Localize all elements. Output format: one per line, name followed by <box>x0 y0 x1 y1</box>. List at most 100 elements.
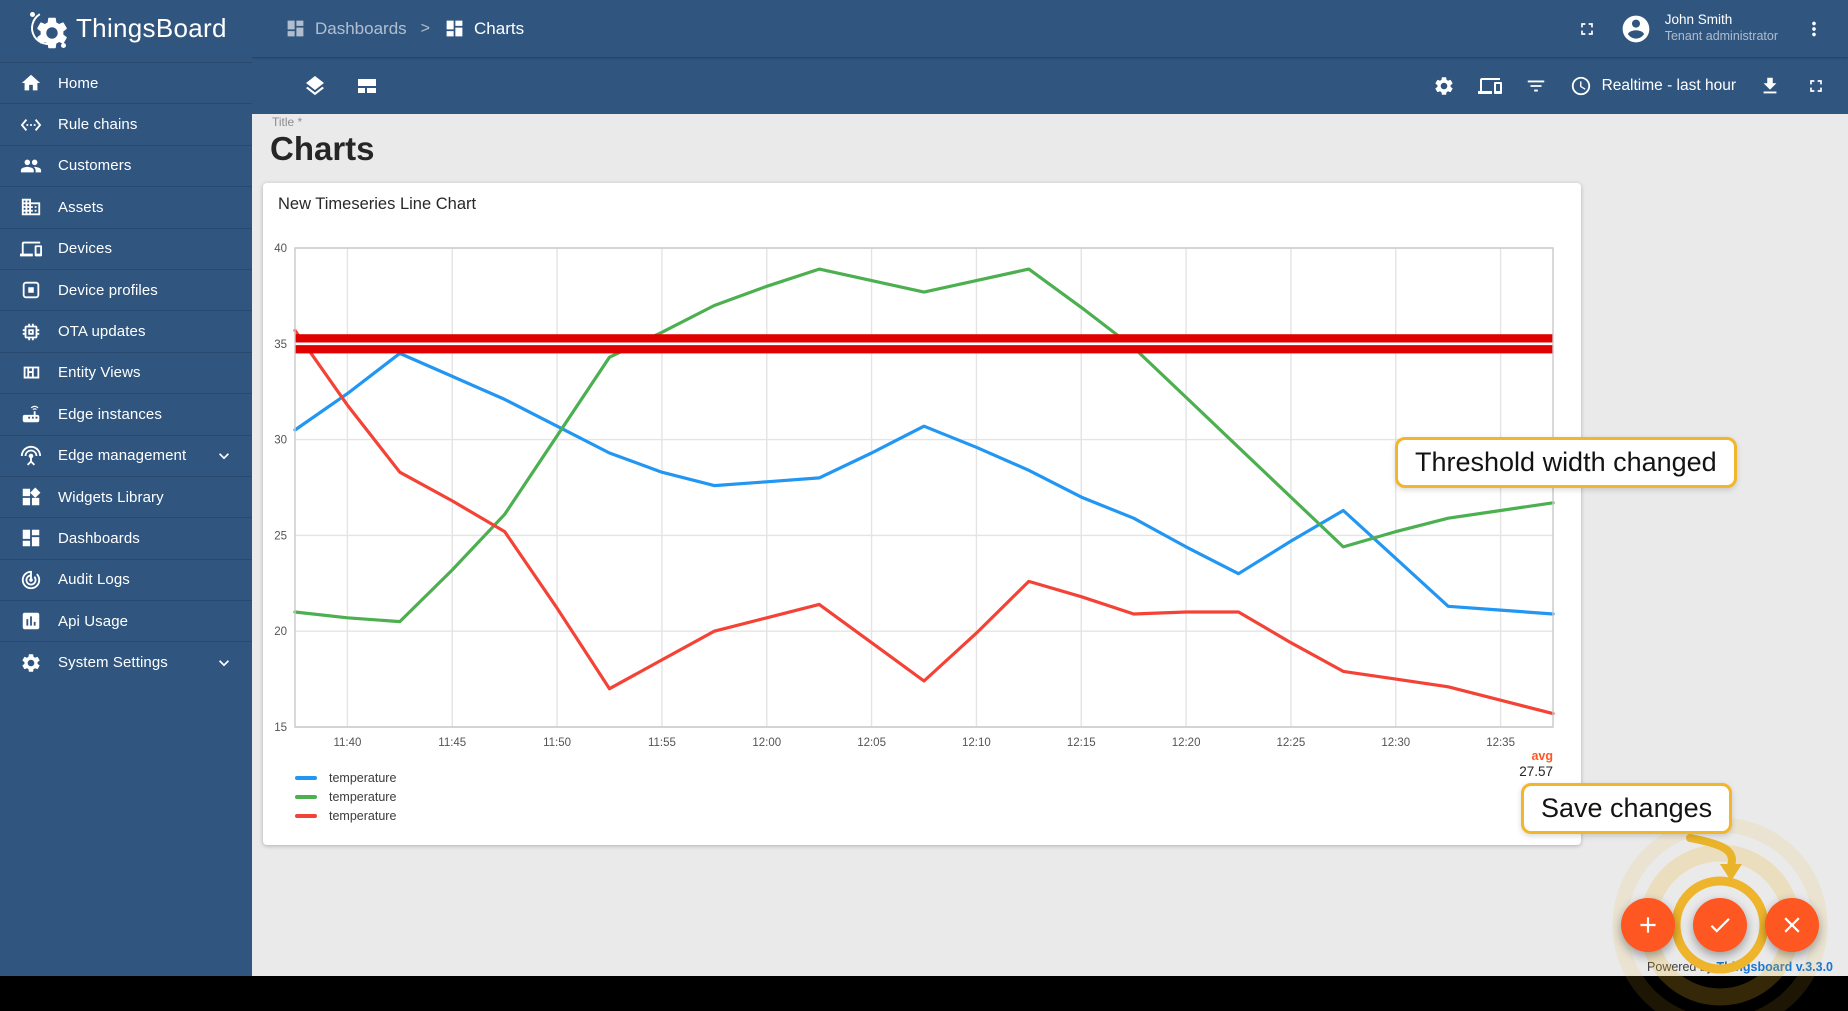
sidebar-item-edge-management[interactable]: Edge management <box>0 434 252 476</box>
bottom-black-bar <box>0 976 1848 1011</box>
edge-instances-icon <box>20 403 42 425</box>
entity-aliases-button[interactable] <box>1470 66 1510 106</box>
aggregation-label: avg <box>1531 749 1553 763</box>
dashboard-settings-button[interactable] <box>1424 66 1464 106</box>
app-header: ThingsBoard Dashboards > Charts John Smi… <box>0 0 1848 57</box>
breadcrumb: Dashboards > Charts <box>285 0 524 57</box>
edge-management-icon <box>20 445 42 467</box>
plus-icon <box>1635 912 1661 938</box>
save-changes-fab[interactable] <box>1693 898 1747 952</box>
cancel-changes-fab[interactable] <box>1765 898 1819 952</box>
check-icon <box>1707 912 1733 938</box>
legend-label: temperature <box>329 790 397 804</box>
sidebar-item-label: Device profiles <box>58 281 158 299</box>
devices-icon <box>20 238 42 260</box>
legend-swatch <box>295 814 317 818</box>
sidebar-item-label: System Settings <box>58 654 168 672</box>
legend-label: temperature <box>329 771 397 785</box>
filters-button[interactable] <box>1516 66 1556 106</box>
legend-swatch <box>295 776 317 780</box>
api-usage-icon <box>20 610 42 632</box>
sidebar-item-customers[interactable]: Customers <box>0 144 252 186</box>
breadcrumb-item-charts[interactable]: Charts <box>444 18 524 39</box>
dashboards-icon <box>20 527 42 549</box>
avatar[interactable] <box>1619 12 1653 46</box>
legend-item[interactable]: temperature <box>295 790 396 804</box>
ota-updates-icon <box>20 321 42 343</box>
sidebar-item-assets[interactable]: Assets <box>0 186 252 227</box>
layers-icon <box>303 74 327 98</box>
svg-text:12:10: 12:10 <box>962 737 991 749</box>
svg-text:40: 40 <box>274 243 287 255</box>
sidebar-item-label: Audit Logs <box>58 571 130 589</box>
breadcrumb-label: Dashboards <box>315 18 407 38</box>
svg-text:12:00: 12:00 <box>752 737 781 749</box>
sidebar-item-ota-updates[interactable]: OTA updates <box>0 310 252 351</box>
sidebar-item-devices[interactable]: Devices <box>0 227 252 269</box>
thingsboard-logo[interactable]: ThingsBoard <box>27 0 227 57</box>
legend-item[interactable]: temperature <box>295 771 396 785</box>
legend-item[interactable]: temperature <box>295 809 396 823</box>
sidebar-item-api-usage[interactable]: Api Usage <box>0 600 252 641</box>
sidebar-item-dashboards[interactable]: Dashboards <box>0 517 252 558</box>
clock-icon <box>1570 75 1592 97</box>
user-name: John Smith <box>1664 12 1733 28</box>
thingsboard-logo-icon <box>27 6 69 49</box>
timeseries-widget: New Timeseries Line Chart 15 20 25 30 35 40 11… <box>263 183 1581 845</box>
app-title: ThingsBoard <box>76 13 227 43</box>
svg-text:12:25: 12:25 <box>1277 737 1306 749</box>
svg-text:12:20: 12:20 <box>1172 737 1201 749</box>
threshold-tooltip: Threshold width changed <box>1395 437 1737 488</box>
svg-text:12:15: 12:15 <box>1067 737 1096 749</box>
sidebar-item-label: Edge management <box>58 447 187 465</box>
sidebar-item-entity-views[interactable]: Entity Views <box>0 351 252 393</box>
sidebar-item-widgets-library[interactable]: Widgets Library <box>0 475 252 517</box>
legend-label: temperature <box>329 809 397 823</box>
widgets-library-icon <box>20 486 42 508</box>
system-settings-icon <box>20 652 42 674</box>
powered-by-link[interactable]: Thingsboard v.3.3.0 <box>1717 960 1833 974</box>
dashboard-title-label: Title * <box>272 115 303 129</box>
dashboards-icon <box>444 18 465 39</box>
dashboard-title-input[interactable]: Charts <box>270 130 375 168</box>
fullscreen-icon <box>1577 19 1597 39</box>
audit-logs-icon <box>20 569 42 591</box>
fullscreen-button[interactable] <box>1567 9 1607 49</box>
chevron-down-icon <box>214 653 234 673</box>
svg-text:11:40: 11:40 <box>333 737 361 749</box>
legend-swatch <box>295 795 317 799</box>
sidebar-item-device-profiles[interactable]: Device profiles <box>0 268 252 310</box>
sidebar-item-label: Widgets Library <box>58 488 164 506</box>
timeseries-chart[interactable]: 15 20 25 30 35 40 11:40 11:45 11:50 11:55 12:00 12:… <box>263 183 1581 783</box>
aggregation-value: 27.57 <box>1519 764 1553 779</box>
export-dashboard-button[interactable] <box>1750 66 1790 106</box>
sidebar-item-rule-chains[interactable]: Rule chains <box>0 103 252 144</box>
dashboard-states-button[interactable] <box>295 66 335 106</box>
svg-text:35: 35 <box>274 339 287 351</box>
sidebar-item-edge-instances[interactable]: Edge instances <box>0 393 252 434</box>
timewindow-button[interactable]: Realtime - last hour <box>1562 75 1744 97</box>
sidebar-item-label: Customers <box>58 157 132 175</box>
sidebar-item-home[interactable]: Home <box>0 62 252 103</box>
sidebar-item-audit-logs[interactable]: Audit Logs <box>0 558 252 600</box>
svg-text:20: 20 <box>274 626 287 638</box>
svg-text:12:05: 12:05 <box>857 737 886 749</box>
dashboard-fullscreen-button[interactable] <box>1796 66 1836 106</box>
powered-by-text: Powered by <box>1647 960 1714 974</box>
svg-text:15: 15 <box>274 722 287 734</box>
breadcrumb-separator: > <box>420 19 431 37</box>
sidebar-item-label: Rule chains <box>58 116 138 134</box>
user-menu[interactable]: John Smith Tenant administrator <box>1665 12 1778 45</box>
more-menu-button[interactable] <box>1794 9 1834 49</box>
sidebar-item-label: OTA updates <box>58 323 146 341</box>
sidebar-item-label: Dashboards <box>58 529 140 547</box>
manage-layouts-button[interactable] <box>347 66 387 106</box>
user-role: Tenant administrator <box>1664 29 1778 44</box>
svg-text:30: 30 <box>274 435 287 447</box>
rule-chains-icon <box>20 114 42 136</box>
breadcrumb-item-dashboards[interactable]: Dashboards <box>285 18 407 39</box>
sidebar-item-system-settings[interactable]: System Settings <box>0 641 252 682</box>
svg-text:12:30: 12:30 <box>1381 737 1410 749</box>
add-widget-fab[interactable] <box>1621 898 1675 952</box>
save-tooltip: Save changes <box>1521 783 1733 834</box>
